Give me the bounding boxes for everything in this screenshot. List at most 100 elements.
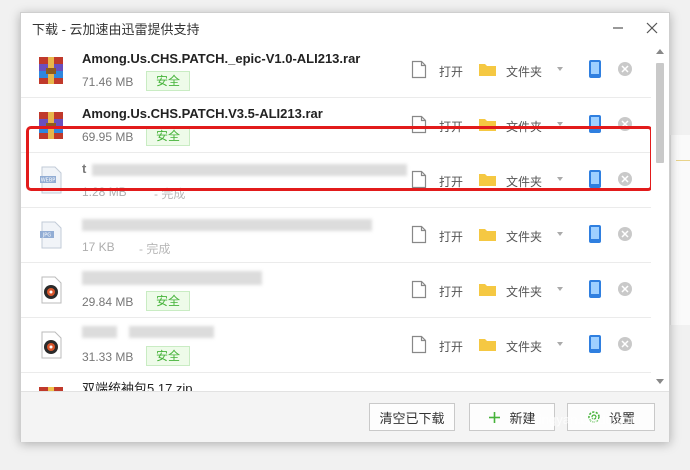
open-button[interactable]: 打开: [439, 63, 463, 80]
file-size: 1.28 MB: [82, 185, 127, 199]
folder-icon[interactable]: [478, 226, 497, 242]
file-icon[interactable]: [411, 335, 427, 354]
webp-file-icon: WEBP: [40, 166, 62, 194]
download-window: 下载 - 云加速由迅雷提供支持 Among.Us.CHS.PATCH._epic…: [20, 12, 670, 442]
file-name: Among.Us.CHS.PATCH.V3.5-ALI213.rar: [82, 106, 323, 121]
folder-button[interactable]: 文件夹: [506, 338, 542, 355]
scrollbar-thumb[interactable]: [656, 63, 664, 163]
folder-button[interactable]: 文件夹: [506, 173, 542, 190]
delete-icon[interactable]: [617, 116, 633, 132]
minimize-button[interactable]: [607, 17, 629, 39]
status-text: - 完成: [139, 242, 171, 256]
open-button[interactable]: 打开: [439, 228, 463, 245]
media-file-icon: [41, 331, 62, 359]
download-item[interactable]: Among.Us.CHS.PATCH.V3.5-ALI213.rar 69.95…: [21, 98, 651, 153]
safe-badge: 安全: [146, 126, 190, 146]
folder-icon[interactable]: [478, 61, 497, 77]
jpg-file-icon: JPG: [40, 221, 62, 249]
titlebar: 下载 - 云加速由迅雷提供支持: [21, 13, 669, 43]
download-item[interactable]: 29.84 MB 安全 打开 文件夹: [21, 263, 651, 318]
phone-icon[interactable]: [588, 59, 602, 79]
scroll-up-icon[interactable]: [656, 49, 664, 54]
folder-button[interactable]: 文件夹: [506, 283, 542, 300]
minimize-icon: [613, 27, 623, 29]
file-size: 29.84 MB: [82, 295, 134, 309]
footer-bar: 清空已下载 新建 设置: [21, 391, 669, 442]
file-icon[interactable]: [411, 60, 427, 79]
delete-icon[interactable]: [617, 281, 633, 297]
scroll-down-icon[interactable]: [656, 379, 664, 384]
status-text: - 完成: [154, 187, 186, 201]
download-item[interactable]: 双端统袖包5.17.zip: [21, 373, 651, 391]
gear-icon: [588, 411, 600, 423]
file-icon[interactable]: [411, 115, 427, 134]
chevron-down-icon[interactable]: [557, 67, 563, 71]
file-icon[interactable]: [411, 170, 427, 189]
file-size: 69.95 MB: [82, 130, 134, 144]
safe-badge: 安全: [146, 291, 190, 311]
scrollbar[interactable]: [653, 43, 667, 391]
safe-badge: 安全: [146, 346, 190, 366]
window-title: 下载 - 云加速由迅雷提供支持: [32, 22, 200, 37]
folder-icon[interactable]: [478, 116, 497, 132]
rar-archive-icon: [39, 112, 63, 139]
redacted-filename: [82, 271, 262, 285]
delete-icon[interactable]: [617, 171, 633, 187]
file-icon[interactable]: [411, 280, 427, 299]
svg-text:JPG: JPG: [42, 233, 51, 239]
folder-button[interactable]: 文件夹: [506, 228, 542, 245]
phone-icon[interactable]: [588, 279, 602, 299]
phone-icon[interactable]: [588, 224, 602, 244]
phone-icon[interactable]: [588, 114, 602, 134]
open-button[interactable]: 打开: [439, 173, 463, 190]
file-size: 17 KB: [82, 240, 115, 254]
close-icon: [646, 22, 658, 34]
download-item[interactable]: 31.33 MB 安全 打开 文件夹: [21, 318, 651, 373]
rar-archive-icon: [39, 57, 63, 84]
open-button[interactable]: 打开: [439, 283, 463, 300]
settings-button[interactable]: 设置: [567, 403, 655, 431]
clear-downloaded-button[interactable]: 清空已下载: [369, 403, 455, 431]
file-icon[interactable]: [411, 225, 427, 244]
file-size: 71.46 MB: [82, 75, 134, 89]
new-task-button[interactable]: 新建: [469, 403, 555, 431]
chevron-down-icon[interactable]: [557, 342, 563, 346]
open-button[interactable]: 打开: [439, 338, 463, 355]
phone-icon[interactable]: [588, 169, 602, 189]
download-item[interactable]: Among.Us.CHS.PATCH._epic-V1.0-ALI213.rar…: [21, 43, 651, 98]
media-file-icon: [41, 276, 62, 304]
file-size: 31.33 MB: [82, 350, 134, 364]
new-task-label: 新建: [509, 410, 536, 426]
redacted-filename: [129, 326, 214, 338]
redacted-filename: [92, 164, 407, 176]
file-name: t: [82, 161, 87, 176]
plus-icon: [489, 411, 501, 423]
close-button[interactable]: [641, 17, 663, 39]
folder-icon[interactable]: [478, 281, 497, 297]
chevron-down-icon[interactable]: [557, 122, 563, 126]
delete-icon[interactable]: [617, 336, 633, 352]
chevron-down-icon[interactable]: [557, 232, 563, 236]
folder-button[interactable]: 文件夹: [506, 63, 542, 80]
background-divider: [676, 160, 690, 161]
redacted-filename: [82, 326, 117, 338]
delete-icon[interactable]: [617, 61, 633, 77]
download-item[interactable]: WEBP t 1.28 MB - 完成 打开 文件夹: [21, 153, 651, 208]
download-item[interactable]: JPG 17 KB - 完成 打开 文件夹: [21, 208, 651, 263]
redacted-filename: [82, 219, 372, 231]
chevron-down-icon[interactable]: [557, 177, 563, 181]
file-name: 双端统袖包5.17.zip: [82, 381, 193, 391]
chevron-down-icon[interactable]: [557, 287, 563, 291]
phone-icon[interactable]: [588, 334, 602, 354]
folder-button[interactable]: 文件夹: [506, 118, 542, 135]
download-list: Among.Us.CHS.PATCH._epic-V1.0-ALI213.rar…: [21, 43, 651, 391]
delete-icon[interactable]: [617, 226, 633, 242]
clear-downloaded-label: 清空已下载: [379, 410, 445, 426]
svg-text:WEBP: WEBP: [41, 178, 56, 184]
folder-icon[interactable]: [478, 171, 497, 187]
file-name: Among.Us.CHS.PATCH._epic-V1.0-ALI213.rar: [82, 51, 361, 66]
background-panel: [670, 135, 690, 325]
open-button[interactable]: 打开: [439, 118, 463, 135]
safe-badge: 安全: [146, 71, 190, 91]
folder-icon[interactable]: [478, 336, 497, 352]
